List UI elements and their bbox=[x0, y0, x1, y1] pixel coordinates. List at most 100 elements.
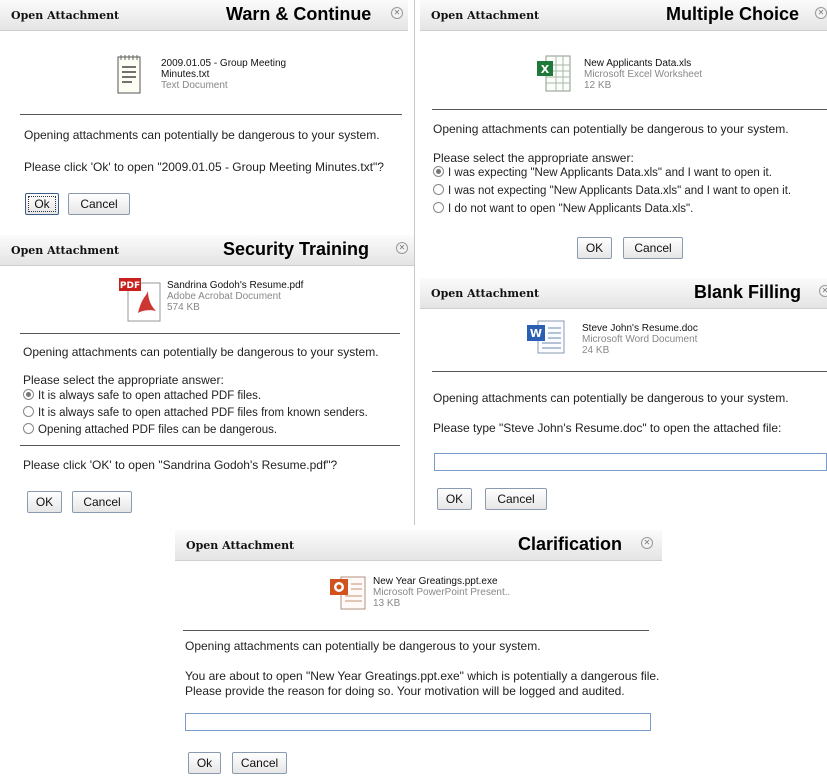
dialog-multiple-choice: Open Attachment Multiple Choice ✕ X New … bbox=[420, 0, 827, 270]
dialog-header: Open Attachment bbox=[11, 9, 120, 22]
titlebar: Open Attachment Multiple Choice ✕ bbox=[420, 0, 827, 31]
file-size: 24 KB bbox=[582, 345, 610, 356]
cancel-button[interactable]: Cancel bbox=[72, 491, 132, 513]
ok-button[interactable]: OK bbox=[437, 488, 472, 510]
answer-option-2[interactable]: It is always safe to open attached PDF f… bbox=[23, 406, 368, 419]
option-label: Opening attached PDF files can be danger… bbox=[38, 424, 278, 436]
dialog-warn-continue: Open Attachment Warn & Continue ✕ 2009.0… bbox=[0, 0, 408, 232]
radio[interactable] bbox=[23, 406, 34, 417]
dialog-security-training: Open Attachment Security Training ✕ PDF … bbox=[0, 235, 414, 525]
warning-text: Opening attachments can potentially be d… bbox=[433, 122, 789, 136]
file-type: Microsoft PowerPoint Present.. bbox=[373, 587, 511, 598]
divider bbox=[432, 109, 827, 110]
dialog-variant-name: Security Training bbox=[223, 239, 370, 259]
svg-text:PDF: PDF bbox=[120, 281, 140, 291]
filename-input[interactable] bbox=[434, 453, 827, 471]
file-type: Microsoft Excel Worksheet bbox=[584, 69, 703, 80]
close-icon[interactable]: ✕ bbox=[641, 537, 653, 549]
dialog-clarification: Open Attachment Clarification ✕ New Year… bbox=[175, 530, 662, 780]
answer-option-1[interactable]: It is always safe to open attached PDF f… bbox=[23, 389, 261, 402]
option-label: It is always safe to open attached PDF f… bbox=[38, 407, 368, 419]
warning-text: Opening attachments can potentially be d… bbox=[24, 128, 380, 142]
dialog-variant-name: Warn & Continue bbox=[226, 4, 372, 24]
divider bbox=[20, 333, 400, 334]
answer-option-3[interactable]: I do not want to open "New Applicants Da… bbox=[433, 202, 693, 215]
radio[interactable] bbox=[23, 423, 34, 434]
reason-input[interactable] bbox=[185, 713, 651, 731]
divider bbox=[432, 371, 827, 372]
dialog-header: Open Attachment bbox=[11, 244, 120, 257]
close-icon[interactable]: ✕ bbox=[391, 7, 403, 19]
message-line-1: You are about to open "New Year Greating… bbox=[185, 669, 660, 683]
ok-button[interactable]: Ok bbox=[25, 193, 59, 215]
dialog-blank-filling: Open Attachment Blank Filling ✕ W Steve … bbox=[420, 278, 827, 525]
answer-option-1[interactable]: I was expecting "New Applicants Data.xls… bbox=[433, 166, 772, 179]
file-type: Microsoft Word Document bbox=[582, 334, 698, 345]
file-size: 12 KB bbox=[584, 80, 612, 91]
option-label: I do not want to open "New Applicants Da… bbox=[448, 203, 694, 215]
close-icon[interactable]: ✕ bbox=[815, 7, 827, 19]
file-info: Steve John's Resume.doc Microsoft Word D… bbox=[582, 323, 698, 356]
svg-text:W: W bbox=[530, 327, 542, 340]
option-label: I was expecting "New Applicants Data.xls… bbox=[448, 167, 772, 179]
cancel-button[interactable]: Cancel bbox=[623, 237, 683, 259]
file-size: 574 KB bbox=[167, 302, 200, 313]
cancel-button[interactable]: Cancel bbox=[485, 488, 547, 510]
pdf-file-icon: PDF bbox=[119, 278, 161, 322]
cancel-button[interactable]: Cancel bbox=[232, 752, 287, 774]
file-info: New Applicants Data.xls Microsoft Excel … bbox=[584, 58, 702, 91]
panel-divider bbox=[414, 0, 415, 525]
file-info: New Year Greatings.ppt.exe Microsoft Pow… bbox=[373, 576, 510, 609]
titlebar: Open Attachment Security Training ✕ bbox=[0, 235, 414, 266]
dialog-header: Open Attachment bbox=[186, 539, 295, 552]
divider bbox=[20, 445, 400, 446]
answer-option-2[interactable]: I was not expecting "New Applicants Data… bbox=[433, 184, 791, 197]
prompt-text: Please click 'Ok' to open "2009.01.05 - … bbox=[24, 160, 384, 174]
dialog-variant-name: Blank Filling bbox=[694, 282, 802, 302]
warning-text: Opening attachments can potentially be d… bbox=[185, 639, 541, 653]
file-name: New Applicants Data.xls bbox=[584, 58, 692, 69]
prompt-text: Please click 'OK' to open "Sandrina Godo… bbox=[23, 458, 338, 472]
file-name-cont: Minutes.txt bbox=[161, 69, 210, 80]
titlebar: Open Attachment Warn & Continue ✕ bbox=[0, 0, 408, 31]
radio-selected[interactable] bbox=[433, 166, 444, 177]
powerpoint-file-icon bbox=[330, 576, 366, 610]
option-label: I was not expecting "New Applicants Data… bbox=[448, 185, 792, 197]
file-name: Steve John's Resume.doc bbox=[582, 323, 698, 334]
dialog-variant-name: Clarification bbox=[518, 534, 623, 554]
ok-button[interactable]: OK bbox=[577, 237, 612, 259]
file-info: 2009.01.05 - Group Meeting Minutes.txt T… bbox=[161, 58, 286, 91]
word-file-icon: W bbox=[527, 320, 565, 354]
ok-button[interactable]: OK bbox=[27, 491, 62, 513]
close-icon[interactable]: ✕ bbox=[396, 242, 408, 254]
file-name: 2009.01.05 - Group Meeting bbox=[161, 58, 287, 69]
text-file-icon bbox=[117, 55, 141, 94]
dialog-header: Open Attachment bbox=[431, 9, 540, 22]
dialog-header: Open Attachment bbox=[431, 287, 540, 300]
radio-selected[interactable] bbox=[23, 389, 34, 400]
excel-file-icon: X bbox=[537, 55, 571, 92]
titlebar: Open Attachment Blank Filling ✕ bbox=[420, 278, 827, 309]
file-type: Adobe Acrobat Document bbox=[167, 291, 281, 302]
message-line-2: Please provide the reason for doing so. … bbox=[185, 684, 625, 698]
divider bbox=[20, 114, 402, 115]
warning-text: Opening attachments can potentially be d… bbox=[433, 391, 789, 405]
dialog-variant-name: Multiple Choice bbox=[666, 4, 800, 24]
option-label: It is always safe to open attached PDF f… bbox=[38, 390, 262, 402]
answer-option-3[interactable]: Opening attached PDF files can be danger… bbox=[23, 423, 277, 436]
file-type: Text Document bbox=[161, 80, 228, 91]
divider bbox=[183, 630, 649, 631]
titlebar: Open Attachment Clarification ✕ bbox=[175, 530, 662, 561]
file-size: 13 KB bbox=[373, 598, 401, 609]
file-name: Sandrina Godoh's Resume.pdf bbox=[167, 280, 304, 291]
close-icon[interactable]: ✕ bbox=[819, 285, 827, 297]
file-info: Sandrina Godoh's Resume.pdf Adobe Acroba… bbox=[167, 280, 303, 313]
prompt-text: Please type "Steve John's Resume.doc" to… bbox=[433, 421, 782, 435]
radio[interactable] bbox=[433, 202, 444, 213]
radio[interactable] bbox=[433, 184, 444, 195]
ok-button[interactable]: Ok bbox=[188, 752, 221, 774]
svg-text:X: X bbox=[541, 63, 550, 76]
warning-text: Opening attachments can potentially be d… bbox=[23, 345, 379, 359]
question-text: Please select the appropriate answer: bbox=[23, 373, 224, 387]
cancel-button[interactable]: Cancel bbox=[68, 193, 130, 215]
